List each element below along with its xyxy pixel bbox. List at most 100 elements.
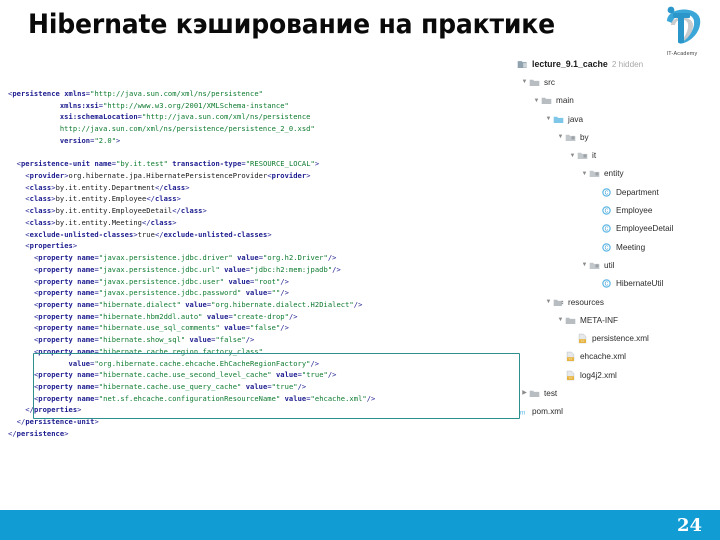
code-token-val: "false" [250, 323, 281, 333]
tree-node-lecture-9-1-cache[interactable]: lecture_9.1_cache 2 hidden [508, 55, 720, 73]
code-line: <class>by.it.entity.Meeting</class> [8, 217, 528, 229]
chevron-down-icon[interactable]: ▼ [544, 116, 553, 122]
tree-node-resources[interactable]: ▼ resources [508, 293, 720, 311]
code-token-tagname: persistence [12, 89, 60, 98]
code-token-punct: /> [310, 358, 320, 368]
chevron-down-icon[interactable]: ▼ [556, 134, 565, 140]
code-token-attr: transaction-type [172, 159, 242, 169]
tree-node-ehcache-xml[interactable]: <> ehcache.xml [508, 348, 720, 366]
code-token-attr: name [77, 381, 95, 391]
tree-node-employee[interactable]: C Employee [508, 201, 720, 219]
chevron-right-icon[interactable]: ▶ [520, 390, 529, 396]
code-token-tagname: property [38, 311, 73, 321]
tree-node-meta-inf[interactable]: ▼ META-INF [508, 311, 720, 329]
tree-node-department[interactable]: C Department [508, 183, 720, 201]
tree-node-label: util [604, 260, 615, 270]
code-token-tagname: exclude-unlisted-classes [29, 229, 134, 239]
code-token-tagname: properties [29, 241, 73, 251]
folder-icon [565, 315, 576, 326]
tree-node-employeedetail[interactable]: C EmployeeDetail [508, 220, 720, 238]
tree-node-hibernateutil[interactable]: C HibernateUtil [508, 275, 720, 293]
tree-node-main[interactable]: ▼ main [508, 92, 720, 110]
code-listing: <persistence xmlns="http://java.sun.com/… [8, 88, 528, 440]
chevron-down-icon[interactable]: ▼ [580, 262, 589, 268]
tree-node-label: lecture_9.1_cache [532, 59, 608, 70]
code-line: <class>by.it.entity.Employee</class> [8, 193, 528, 205]
tree-node-label: entity [604, 169, 624, 179]
code-line: value="org.hibernate.cache.ehcache.EhCac… [8, 358, 528, 370]
code-line: version="2.0"> [8, 135, 528, 147]
code-token-attr: name [77, 253, 95, 263]
code-token-tagname: class [29, 182, 52, 192]
code-token-tagname: persistence [16, 428, 65, 438]
code-token-txt: true [137, 229, 155, 239]
tree-node-label: pom.xml [532, 407, 563, 417]
tree-node-log4j2-xml[interactable]: <> log4j2.xml [508, 366, 720, 384]
chevron-down-icon[interactable]: ▼ [520, 79, 529, 85]
code-token-val: "http://java.sun.com/xml/ns/persistence" [90, 89, 263, 98]
java-class-icon: C [601, 223, 612, 234]
code-token-attr: value [185, 299, 207, 309]
code-token-val: "" [271, 288, 281, 298]
code-token-tagname: property [38, 335, 73, 345]
tree-node-it[interactable]: ▼ it [508, 146, 720, 164]
tree-node-badge: 2 hidden [611, 59, 644, 69]
tree-node-meeting[interactable]: C Meeting [508, 238, 720, 256]
tree-node-label: HibernateUtil [616, 279, 664, 289]
chevron-down-icon[interactable]: ▼ [568, 153, 577, 159]
code-token-attr: name [77, 335, 95, 345]
code-token-punct: </ [16, 417, 26, 427]
code-token-punct: /> [366, 393, 376, 403]
chevron-down-icon[interactable]: ▼ [532, 98, 541, 104]
chevron-down-icon[interactable]: ▼ [580, 171, 589, 177]
code-token-punct: /> [280, 276, 289, 286]
code-line: <properties> [8, 240, 528, 252]
code-token-tagname: property [38, 393, 73, 403]
code-token-attr: value [206, 311, 229, 321]
code-token-punct: /> [353, 299, 363, 309]
tree-node-by[interactable]: ▼ by [508, 128, 720, 146]
tree-node-pom-xml[interactable]: m pom.xml [508, 403, 720, 421]
code-token-tagname: property [38, 299, 73, 309]
code-token-punct: > [202, 206, 207, 216]
chevron-down-icon[interactable]: ▼ [556, 317, 565, 323]
code-token-val: "true" [301, 370, 328, 380]
code-token-attr: name [77, 346, 95, 356]
code-token-val: "true" [271, 381, 298, 391]
code-token-attr: value [224, 323, 246, 333]
tree-node-util[interactable]: ▼ util [508, 256, 720, 274]
svg-text:C: C [605, 281, 609, 287]
svg-text:<>: <> [581, 339, 585, 343]
code-token-tagname: property [38, 288, 73, 298]
code-token-punct: > [176, 194, 181, 204]
page-number: 24 [676, 515, 702, 536]
logo: IT-Academy [654, 3, 710, 59]
tree-node-test[interactable]: ▶ test [508, 384, 720, 402]
chevron-down-icon[interactable]: ▼ [544, 299, 553, 305]
code-token-val: "org.hibernate.dialect.H2Dialect" [211, 299, 354, 309]
code-token-tagname: property [38, 381, 73, 391]
code-token-val: "org.h2.Driver" [263, 253, 328, 263]
code-token-punct: /> [280, 288, 289, 298]
tree-node-label: resources [568, 297, 604, 307]
tree-node-label: by [580, 132, 589, 142]
code-token-attr: name [77, 370, 95, 380]
tree-node-persistence-xml[interactable]: <> persistence.xml [508, 329, 720, 347]
tree-node-entity[interactable]: ▼ entity [508, 165, 720, 183]
tree-node-src[interactable]: ▼ src [508, 73, 720, 91]
code-token-attr: name [77, 311, 95, 321]
code-token-val: "create-drop" [232, 311, 289, 321]
code-token-tagname: persistence-unit [20, 159, 91, 169]
tree-node-java[interactable]: ▼ java [508, 110, 720, 128]
code-token-punct: /> [327, 370, 337, 380]
svg-text:m: m [520, 408, 526, 417]
